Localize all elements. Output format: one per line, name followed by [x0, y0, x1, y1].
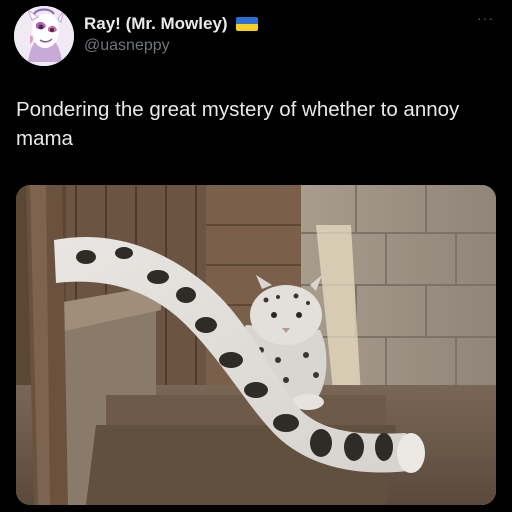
user-avatar[interactable]	[14, 6, 74, 66]
more-icon[interactable]: ···	[477, 10, 494, 26]
snow-leopard-photo	[16, 185, 496, 505]
tweet-card[interactable]: Ray! (Mr. Mowley) @uasneppy ··· Ponderin…	[0, 0, 512, 512]
tweet-text: Pondering the great mystery of whether t…	[16, 98, 460, 150]
display-name[interactable]: Ray! (Mr. Mowley)	[84, 14, 228, 34]
ukraine-flag-icon	[235, 17, 258, 31]
author-row: Ray! (Mr. Mowley)	[84, 12, 258, 36]
user-handle[interactable]: @uasneppy	[84, 37, 170, 55]
avatar-illustration-icon	[14, 6, 74, 66]
tweet-photo[interactable]	[16, 185, 496, 505]
